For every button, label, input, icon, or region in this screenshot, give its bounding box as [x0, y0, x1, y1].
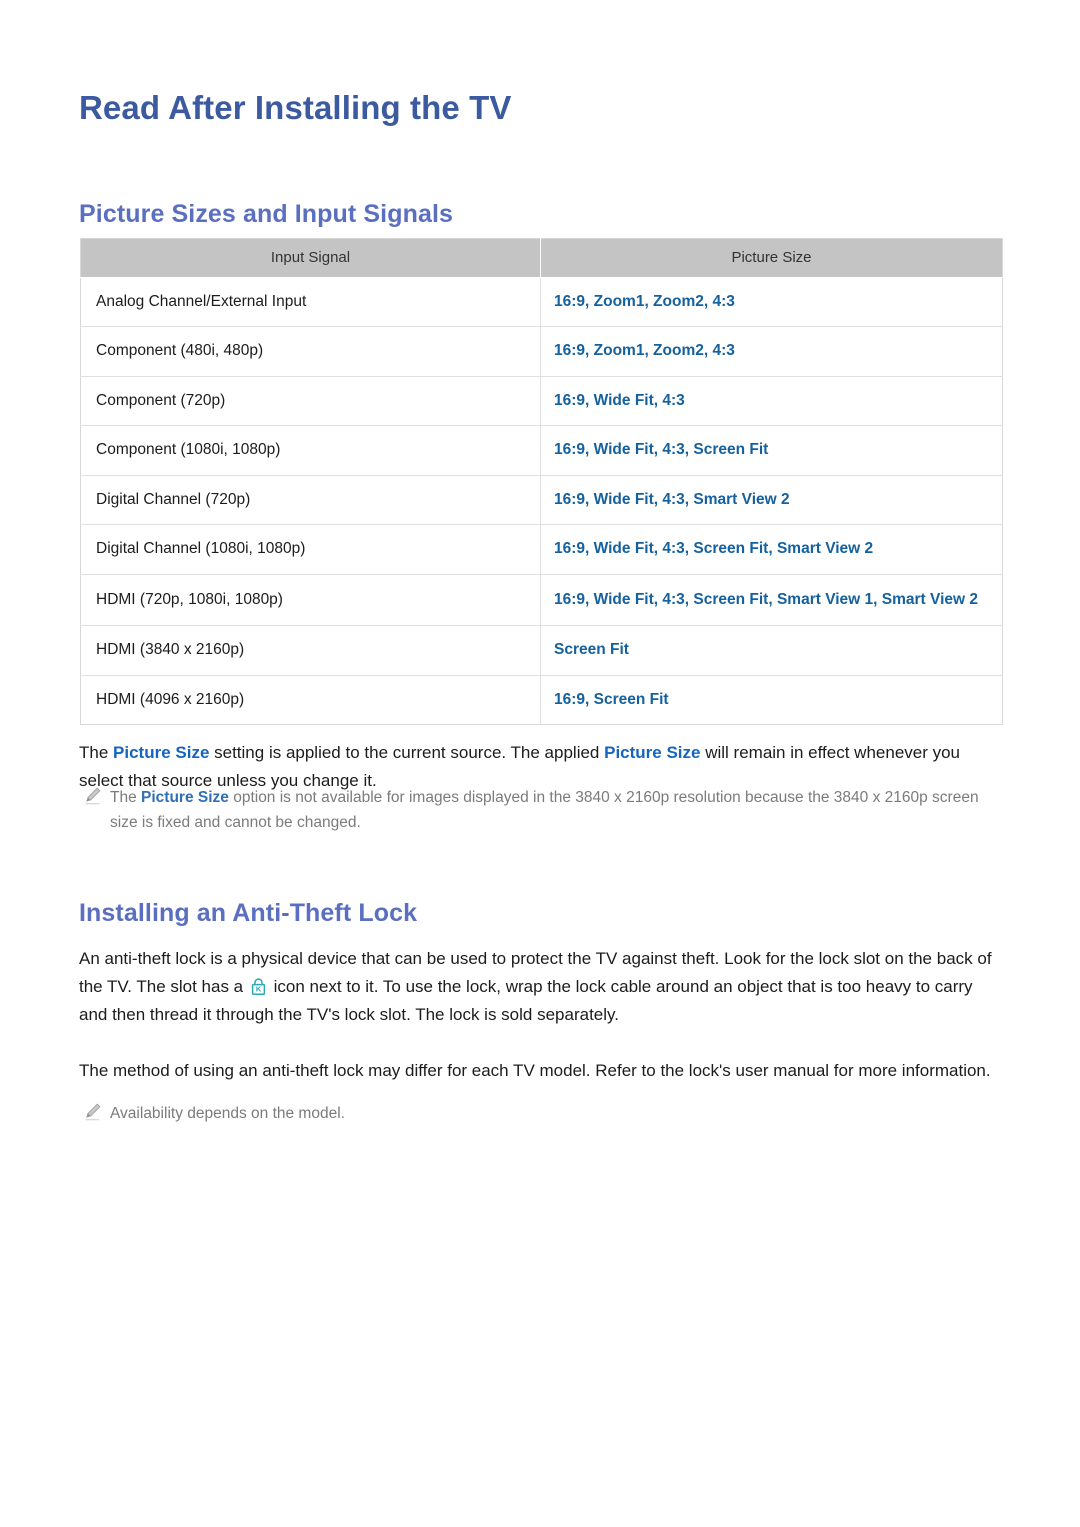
table-row: Digital Channel (1080i, 1080p) 16:9, Wid… [80, 524, 1003, 575]
svg-text:K: K [256, 985, 262, 994]
text-fragment: setting is applied to the current source… [209, 743, 605, 762]
cell-picture-size: 16:9, Wide Fit, 4:3 [540, 375, 1003, 426]
cell-picture-size: 16:9, Zoom1, Zoom2, 4:3 [540, 276, 1003, 327]
cell-picture-size: 16:9, Wide Fit, 4:3, Screen Fit [540, 425, 1003, 476]
pencil-icon [84, 1103, 101, 1122]
section-title-anti-theft-lock: Installing an Anti-Theft Lock [79, 898, 418, 927]
cell-picture-size: 16:9, Wide Fit, 4:3, Smart View 2 [540, 474, 1003, 525]
cell-input-signal: Digital Channel (1080i, 1080p) [80, 524, 541, 575]
cell-input-signal: Component (720p) [80, 375, 541, 426]
cell-picture-size: 16:9, Wide Fit, 4:3, Screen Fit, Smart V… [540, 524, 1003, 575]
cell-input-signal: Analog Channel/External Input [80, 276, 541, 327]
keyword-picture-size: Picture Size [141, 789, 229, 806]
section-title-picture-sizes: Picture Sizes and Input Signals [79, 199, 454, 228]
page-title: Read After Installing the TV [79, 89, 512, 127]
text-fragment: option is not available for images displ… [110, 789, 979, 831]
cell-picture-size: 16:9, Wide Fit, 4:3, Screen Fit, Smart V… [540, 573, 1003, 626]
text-fragment: The [79, 743, 114, 762]
table-header-picture-size: Picture Size [540, 238, 1003, 278]
table-header-row: Input Signal Picture Size [80, 238, 1003, 278]
cell-input-signal: Component (1080i, 1080p) [80, 425, 541, 476]
pencil-icon [84, 787, 101, 806]
cell-input-signal: Digital Channel (720p) [80, 474, 541, 525]
text-fragment: The [110, 789, 142, 806]
table-row: HDMI (4096 x 2160p) 16:9, Screen Fit [80, 674, 1003, 725]
table-row: Component (480i, 480p) 16:9, Zoom1, Zoom… [80, 326, 1003, 377]
table-header-input-signal: Input Signal [80, 238, 541, 278]
note-picture-size-unavailable: The Picture Size option is not available… [84, 784, 999, 835]
table-row: Digital Channel (720p) 16:9, Wide Fit, 4… [80, 474, 1003, 525]
kensington-lock-icon: K [251, 976, 266, 995]
note-availability: Availability depends on the model. [84, 1100, 999, 1126]
cell-input-signal: HDMI (4096 x 2160p) [80, 674, 541, 725]
note-text: Availability depends on the model. [110, 1105, 345, 1122]
table-row: HDMI (720p, 1080i, 1080p) 16:9, Wide Fit… [80, 573, 1003, 626]
keyword-picture-size: Picture Size [604, 743, 701, 762]
cell-picture-size: 16:9, Zoom1, Zoom2, 4:3 [540, 326, 1003, 377]
table-row: Component (1080i, 1080p) 16:9, Wide Fit,… [80, 425, 1003, 476]
table-row: Analog Channel/External Input 16:9, Zoom… [80, 276, 1003, 327]
cell-input-signal: Component (480i, 480p) [80, 326, 541, 377]
table-row: HDMI (3840 x 2160p) Screen Fit [80, 625, 1003, 676]
note-text: The Picture Size option is not available… [110, 784, 999, 835]
table-row: Component (720p) 16:9, Wide Fit, 4:3 [80, 375, 1003, 426]
cell-picture-size: Screen Fit [540, 625, 1003, 676]
cell-input-signal: HDMI (3840 x 2160p) [80, 625, 541, 676]
paragraph-lock-method: The method of using an anti-theft lock m… [79, 1061, 991, 1080]
paragraph-lock-description: An anti-theft lock is a physical device … [79, 945, 999, 1029]
cell-input-signal: HDMI (720p, 1080i, 1080p) [80, 573, 541, 626]
keyword-picture-size: Picture Size [113, 743, 210, 762]
cell-picture-size: 16:9, Screen Fit [540, 674, 1003, 725]
manual-page: Read After Installing the TV Picture Siz… [0, 0, 1080, 1527]
picture-size-table: Input Signal Picture Size Analog Channel… [80, 238, 1003, 726]
